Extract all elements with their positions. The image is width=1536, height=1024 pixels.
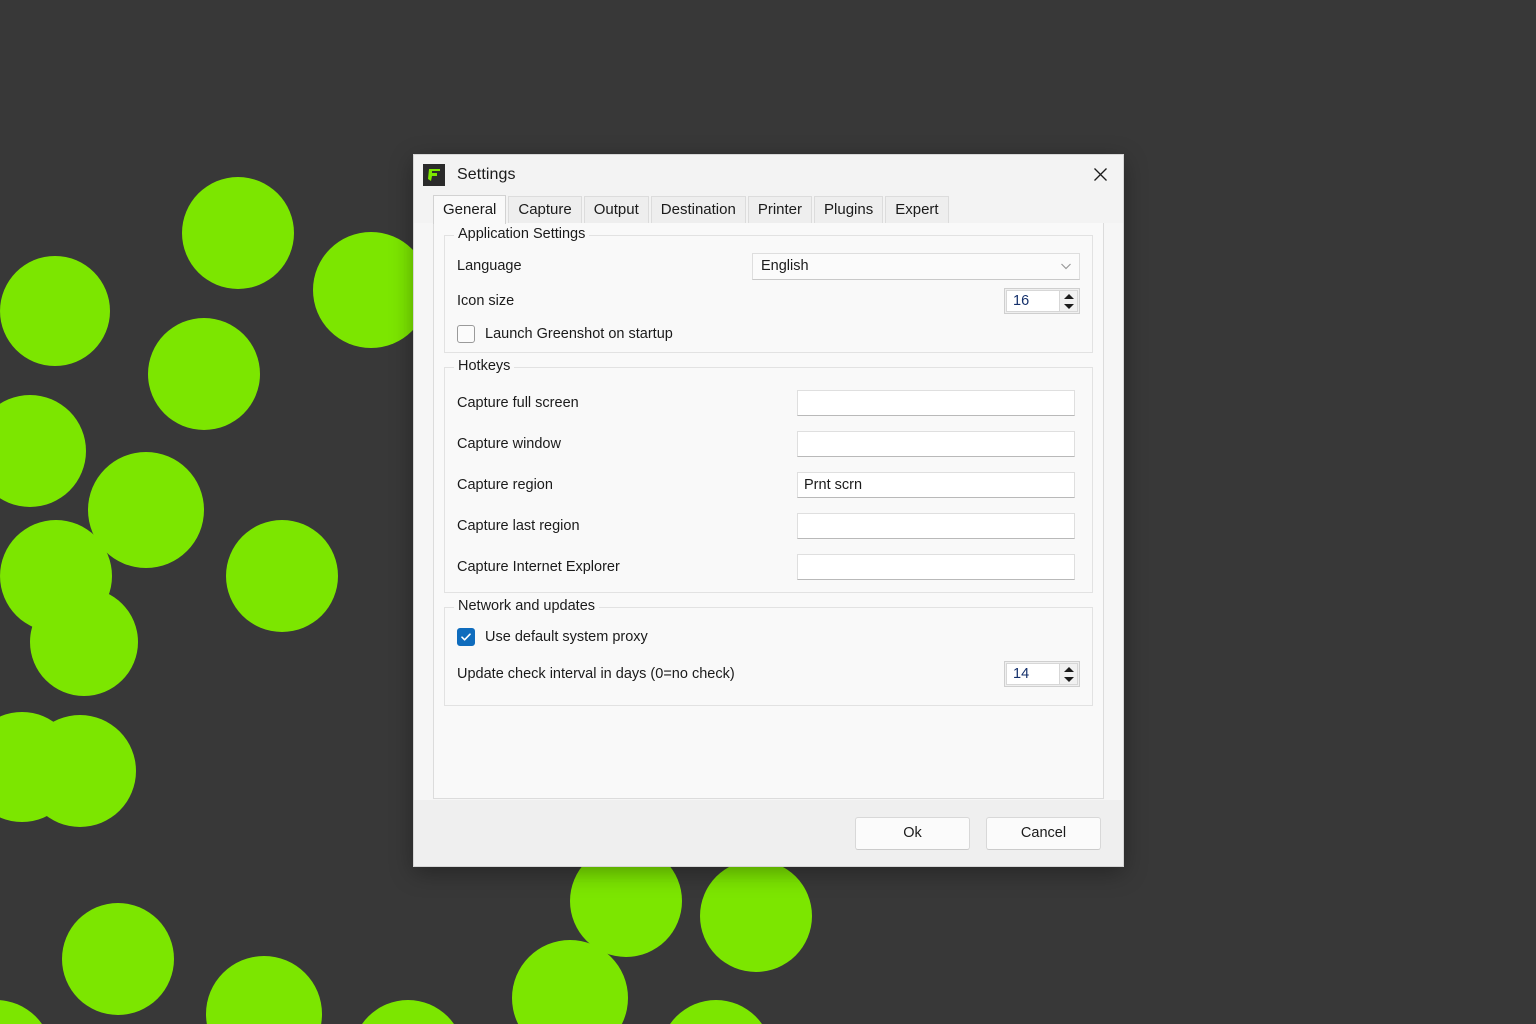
tab-expert[interactable]: Expert: [885, 196, 949, 223]
tab-general[interactable]: General: [433, 195, 507, 224]
tab-destination[interactable]: Destination: [650, 196, 746, 223]
background-circle: [313, 232, 429, 348]
launch-on-startup-checkbox[interactable]: [457, 325, 475, 343]
window-title: Settings: [457, 165, 516, 183]
tab-label: Output: [593, 201, 639, 218]
language-row: Language English: [457, 250, 1080, 282]
group-legend: Network and updates: [454, 598, 600, 614]
background-circle: [0, 395, 86, 507]
triangle-down-icon: [1063, 676, 1074, 682]
tab-label: Printer: [757, 201, 803, 218]
hotkey-row: Capture last region: [457, 505, 1080, 546]
tab-printer[interactable]: Printer: [747, 196, 813, 223]
update-interval-stepper[interactable]: 14: [1004, 661, 1080, 687]
tab-output[interactable]: Output: [583, 196, 649, 223]
capture-window-input[interactable]: [797, 430, 1075, 457]
hotkey-row: Capture window: [457, 423, 1080, 464]
tab-label: Capture: [518, 201, 572, 218]
group-legend: Application Settings: [454, 226, 590, 242]
triangle-up-icon: [1063, 666, 1074, 672]
background-circle: [352, 1000, 464, 1024]
application-settings-group: Application Settings Language English Ic…: [444, 226, 1093, 353]
tab-label: Expert: [895, 201, 939, 218]
update-interval-input[interactable]: 14: [1006, 663, 1059, 685]
use-default-system-proxy-checkbox[interactable]: [457, 628, 475, 646]
tab-label: Destination: [660, 201, 736, 218]
close-icon[interactable]: [1077, 155, 1123, 194]
background-circle: [0, 1000, 52, 1024]
icon-size-input[interactable]: 16: [1006, 290, 1059, 312]
background-circle: [182, 177, 294, 289]
capture-window-label: Capture window: [457, 435, 561, 452]
language-value: English: [761, 258, 809, 274]
ok-button[interactable]: Ok: [855, 816, 970, 850]
capture-region-input[interactable]: Prnt scrn: [797, 471, 1075, 498]
network-and-updates-group: Network and updates Use default system p…: [444, 598, 1093, 706]
tab-label: General: [443, 201, 497, 218]
icon-size-row: Icon size 16: [457, 285, 1080, 317]
icon-size-stepper[interactable]: 16: [1004, 288, 1080, 314]
tab-strip: General Capture Output Destination Print…: [414, 194, 1123, 224]
update-interval-increment-button[interactable]: [1060, 664, 1077, 674]
title-bar[interactable]: Settings: [414, 155, 1123, 194]
tab-label: Plugins: [824, 201, 874, 218]
update-interval-label: Update check interval in days (0=no chec…: [457, 666, 735, 682]
hotkeys-group: Hotkeys Capture full screen Capture wind…: [444, 358, 1093, 593]
tab-plugins[interactable]: Plugins: [814, 196, 884, 223]
capture-internet-explorer-label: Capture Internet Explorer: [457, 558, 620, 575]
background-circle: [24, 715, 136, 827]
background-circle: [700, 860, 812, 972]
hotkey-row: Capture Internet Explorer: [457, 546, 1080, 587]
capture-full-screen-label: Capture full screen: [457, 394, 579, 411]
capture-internet-explorer-input[interactable]: [797, 553, 1075, 580]
greenshot-icon: [423, 163, 445, 186]
background-circle: [206, 956, 322, 1024]
icon-size-increment-button[interactable]: [1060, 291, 1077, 301]
background-circle: [148, 318, 260, 430]
icon-size-label: Icon size: [457, 293, 515, 309]
use-default-system-proxy-row[interactable]: Use default system proxy: [457, 622, 1080, 652]
launch-on-startup-label: Launch Greenshot on startup: [485, 326, 673, 342]
language-label: Language: [457, 258, 522, 274]
language-select[interactable]: English: [752, 252, 1080, 280]
use-default-system-proxy-label: Use default system proxy: [485, 629, 648, 645]
triangle-up-icon: [1063, 293, 1074, 299]
chevron-down-icon: [1059, 259, 1073, 273]
capture-last-region-input[interactable]: [797, 512, 1075, 539]
capture-last-region-label: Capture last region: [457, 517, 580, 534]
background-circle: [0, 256, 110, 366]
capture-full-screen-input[interactable]: [797, 389, 1075, 416]
background-circle: [660, 1000, 772, 1024]
hotkey-row: Capture full screen: [457, 382, 1080, 423]
icon-size-spin-buttons: [1059, 290, 1078, 312]
background-circle: [30, 588, 138, 696]
tab-capture[interactable]: Capture: [508, 196, 582, 223]
cancel-button[interactable]: Cancel: [986, 816, 1101, 850]
general-tab-panel: Application Settings Language English Ic…: [433, 222, 1104, 799]
capture-region-label: Capture region: [457, 476, 553, 493]
hotkey-row: Capture region Prnt scrn: [457, 464, 1080, 505]
background-circle: [226, 520, 338, 632]
settings-dialog: Settings General Capture Output Destinat…: [414, 155, 1123, 866]
icon-size-decrement-button[interactable]: [1060, 301, 1077, 311]
triangle-down-icon: [1063, 303, 1074, 309]
update-interval-row: Update check interval in days (0=no chec…: [457, 658, 1080, 690]
background-circle: [62, 903, 174, 1015]
group-legend: Hotkeys: [454, 358, 515, 374]
dialog-footer: Ok Cancel: [414, 800, 1123, 866]
update-interval-decrement-button[interactable]: [1060, 674, 1077, 684]
launch-on-startup-row[interactable]: Launch Greenshot on startup: [457, 319, 1080, 349]
update-interval-spin-buttons: [1059, 663, 1078, 685]
